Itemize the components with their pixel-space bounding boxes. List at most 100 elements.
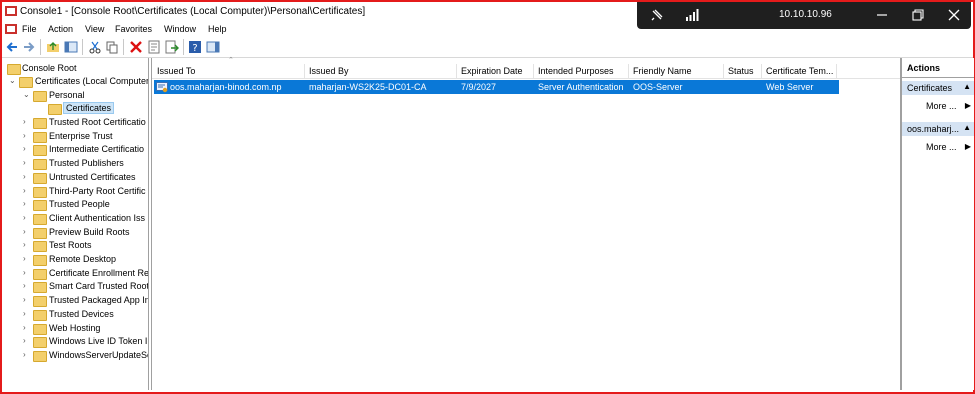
collapse-chevron-icon[interactable]: ⌄	[9, 76, 17, 85]
column-divider[interactable]	[836, 64, 837, 78]
console-tree: Console Root ⌄ Certificates (Local Compute…	[2, 58, 149, 390]
tree-item-store[interactable]: › WindowsServerUpdateSe	[2, 350, 148, 363]
column-status[interactable]: Status	[728, 66, 754, 76]
column-certificate-template[interactable]: Certificate Tem...	[766, 66, 833, 76]
expand-chevron-icon[interactable]: ›	[23, 117, 31, 126]
tree-item-label: Third-Party Root Certific	[49, 185, 146, 196]
column-divider[interactable]	[456, 64, 457, 78]
minimize-icon[interactable]	[875, 8, 889, 22]
column-divider[interactable]	[723, 64, 724, 78]
tree-item-store[interactable]: › Untrusted Certificates	[2, 172, 148, 185]
expand-chevron-icon[interactable]: ›	[23, 240, 31, 249]
tree-item-store[interactable]: › Trusted Packaged App In	[2, 295, 148, 308]
expand-chevron-icon[interactable]: ›	[23, 268, 31, 277]
expand-chevron-icon[interactable]: ›	[23, 172, 31, 181]
forward-icon[interactable]	[22, 40, 36, 54]
action-more-certificates[interactable]: More ...	[926, 101, 957, 111]
tree-item-store[interactable]: › Certificate Enrollment Re	[2, 268, 148, 281]
expand-chevron-icon[interactable]: ›	[23, 131, 31, 140]
toolbar-separator	[82, 39, 83, 55]
delete-icon[interactable]	[129, 40, 143, 54]
tree-item-store[interactable]: › Remote Desktop	[2, 254, 148, 267]
tree-item-store[interactable]: › Client Authentication Iss	[2, 213, 148, 226]
column-issued-to[interactable]: Issued To	[157, 66, 195, 76]
tree-item-store[interactable]: › Preview Build Roots	[2, 227, 148, 240]
actions-section-certificates[interactable]: Certificates ▲	[902, 81, 974, 95]
menu-bar: File Action View Favorites Window Help	[2, 22, 637, 37]
menu-file[interactable]: File	[22, 24, 37, 34]
expand-chevron-icon[interactable]: ›	[23, 281, 31, 290]
properties-icon[interactable]	[147, 40, 161, 54]
column-divider[interactable]	[761, 64, 762, 78]
tree-item-store[interactable]: › Trusted Devices	[2, 309, 148, 322]
action-more-selected-cert[interactable]: More ...	[926, 142, 957, 152]
tree-item-store[interactable]: › Trusted People	[2, 199, 148, 212]
tree-item-store[interactable]: › Smart Card Trusted Root	[2, 281, 148, 294]
restore-icon[interactable]	[911, 8, 925, 22]
folder-icon	[33, 282, 47, 294]
show-hide-tree-icon[interactable]	[64, 40, 78, 54]
expand-chevron-icon[interactable]: ›	[23, 350, 31, 359]
actions-title: Actions	[907, 63, 941, 73]
column-friendly-name[interactable]: Friendly Name	[633, 66, 692, 76]
menu-view[interactable]: View	[85, 24, 104, 34]
tree-item-certificates-local-computer[interactable]: ⌄ Certificates (Local Computer	[2, 76, 148, 89]
tree-item-store[interactable]: › Test Roots	[2, 240, 148, 253]
tree-item-console-root[interactable]: Console Root	[2, 63, 148, 76]
toolbar-separator	[40, 39, 41, 55]
cut-icon[interactable]	[88, 40, 102, 54]
collapse-up-icon[interactable]: ▲	[963, 82, 971, 91]
tree-item-store[interactable]: › Trusted Publishers	[2, 158, 148, 171]
tree-item-certificates[interactable]: Certificates	[2, 102, 148, 116]
menu-help[interactable]: Help	[208, 24, 227, 34]
list-header: Issued To Issued By Expiration Date Inte…	[152, 62, 900, 79]
expand-chevron-icon[interactable]: ›	[23, 186, 31, 195]
menu-window[interactable]: Window	[164, 24, 196, 34]
expand-chevron-icon[interactable]: ›	[23, 158, 31, 167]
expand-chevron-icon[interactable]: ›	[23, 227, 31, 236]
show-hide-action-pane-icon[interactable]	[206, 40, 220, 54]
expand-chevron-icon[interactable]: ›	[23, 199, 31, 208]
rdp-ip-address: 10.10.10.96	[779, 9, 832, 20]
mmc-small-icon[interactable]	[5, 23, 17, 35]
folder-icon	[33, 227, 47, 239]
collapse-up-icon[interactable]: ▲	[963, 123, 971, 132]
column-divider[interactable]	[533, 64, 534, 78]
tree-item-label: Web Hosting	[49, 322, 101, 333]
expand-chevron-icon[interactable]: ›	[23, 323, 31, 332]
expand-chevron-icon[interactable]: ›	[23, 295, 31, 304]
tree-item-label: Certificate Enrollment Re	[49, 267, 149, 278]
column-expiration-date[interactable]: Expiration Date	[461, 66, 523, 76]
export-list-icon[interactable]	[165, 40, 179, 54]
table-row[interactable]: oos.maharjan-binod.com.np maharjan-WS2K2…	[154, 80, 839, 94]
expand-chevron-icon[interactable]: ›	[23, 254, 31, 263]
tree-item-store[interactable]: › Intermediate Certificatio	[2, 144, 148, 157]
signal-strength-icon[interactable]	[685, 8, 699, 22]
close-icon[interactable]	[947, 8, 961, 22]
pin-off-icon[interactable]	[650, 8, 664, 22]
actions-section-label: Certificates	[907, 83, 953, 93]
column-divider[interactable]	[628, 64, 629, 78]
column-intended-purposes[interactable]: Intended Purposes	[538, 66, 614, 76]
tree-item-store[interactable]: › Trusted Root Certificatio	[2, 117, 148, 130]
actions-section-selected-cert[interactable]: oos.maharj... ▲	[902, 122, 974, 136]
help-icon[interactable]: ?	[188, 40, 202, 54]
expand-chevron-icon[interactable]: ›	[23, 144, 31, 153]
tree-item-store[interactable]: › Web Hosting	[2, 323, 148, 336]
menu-favorites[interactable]: Favorites	[115, 24, 152, 34]
submenu-arrow-icon: ▶	[964, 101, 971, 110]
expand-chevron-icon[interactable]: ›	[23, 213, 31, 222]
collapse-chevron-icon[interactable]: ⌄	[23, 90, 31, 99]
tree-item-store[interactable]: › Third-Party Root Certific	[2, 186, 148, 199]
tree-item-store[interactable]: › Windows Live ID Token I	[2, 336, 148, 349]
folder-icon	[48, 104, 62, 115]
back-icon[interactable]	[5, 40, 19, 54]
column-divider[interactable]	[304, 64, 305, 78]
tree-item-store[interactable]: › Enterprise Trust	[2, 131, 148, 144]
expand-chevron-icon[interactable]: ›	[23, 309, 31, 318]
menu-action[interactable]: Action	[48, 24, 73, 34]
expand-chevron-icon[interactable]: ›	[23, 336, 31, 345]
copy-icon[interactable]	[105, 40, 119, 54]
up-folder-icon[interactable]	[46, 40, 60, 54]
column-issued-by[interactable]: Issued By	[309, 66, 349, 76]
